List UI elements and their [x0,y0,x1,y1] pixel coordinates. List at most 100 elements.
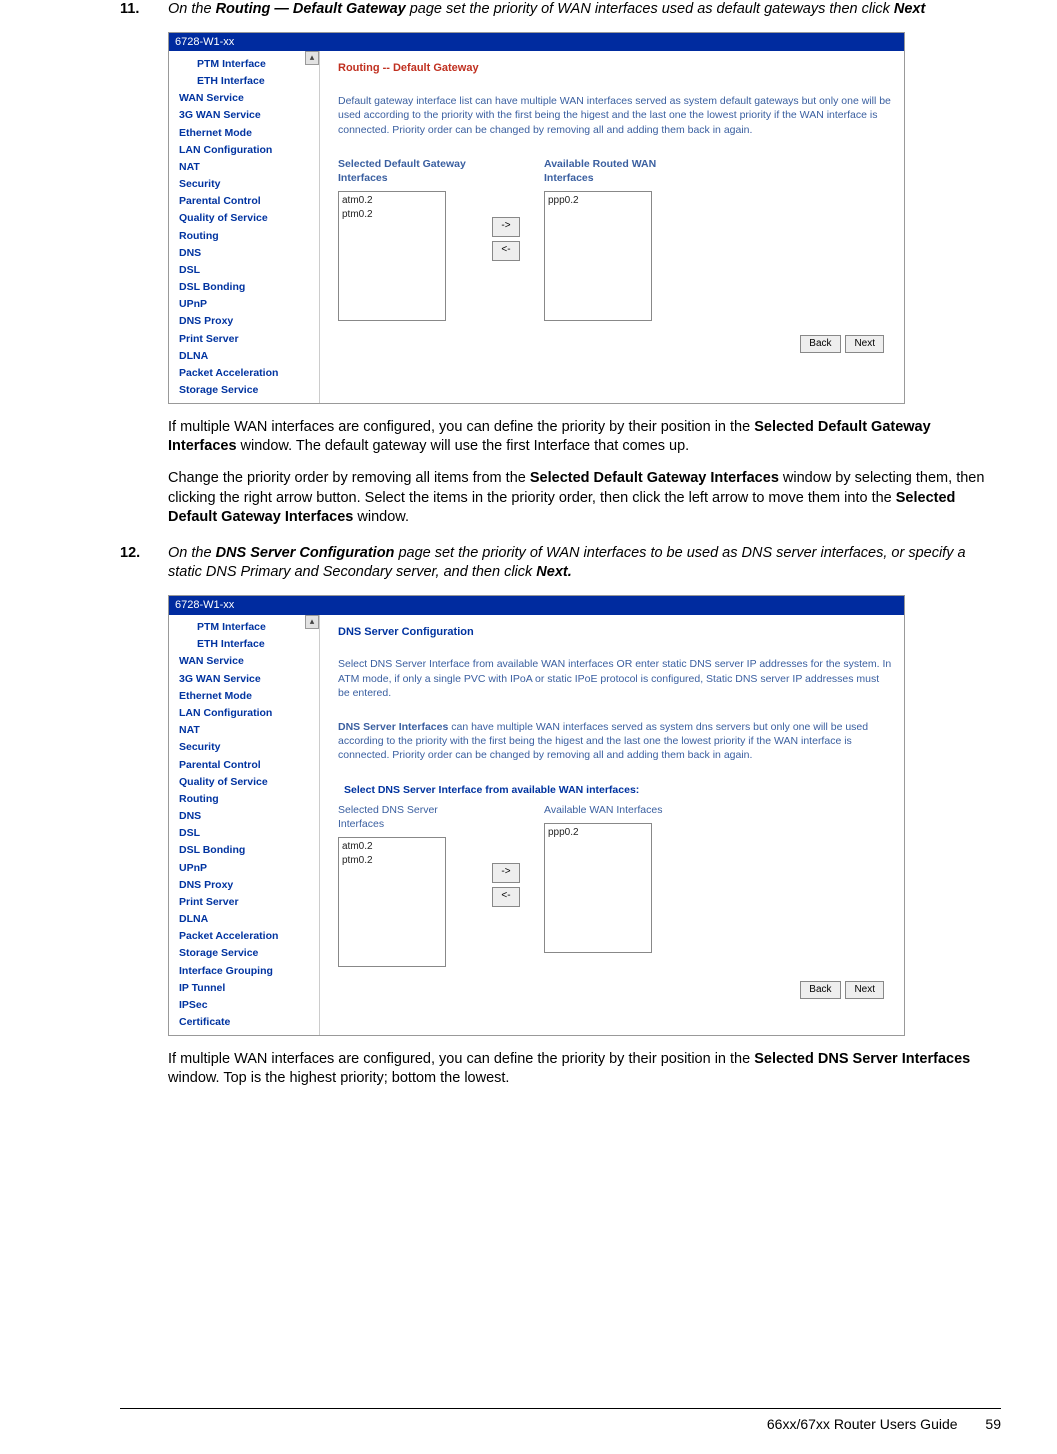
move-left-button[interactable]: <- [492,887,520,907]
list-item[interactable]: ppp0.2 [548,194,648,208]
sidebar-nav: ▴ PTM Interface ETH Interface WAN Servic… [169,51,320,402]
nav-item[interactable]: Print Server [169,330,319,347]
selected-gateway-listbox[interactable]: atm0.2 ptm0.2 [338,191,446,321]
radio-section-label[interactable]: Select DNS Server Interface from availab… [344,783,892,797]
nav-item[interactable]: PTM Interface [169,619,319,636]
paragraph: Change the priority order by removing al… [168,469,1001,528]
nav-item[interactable]: DSL [169,825,319,842]
move-left-button[interactable]: <- [492,241,520,261]
nav-item[interactable]: DNS [169,808,319,825]
nav-item[interactable]: UPnP [169,859,319,876]
t: window. Top is the highest priority; bot… [168,1070,509,1086]
nav-item[interactable]: Quality of Service [169,210,319,227]
nav-item[interactable]: PTM Interface [169,55,319,72]
nav-item[interactable]: Packet Acceleration [169,365,319,382]
t: page set the priority of WAN interfaces … [406,1,894,17]
nav-item[interactable]: Ethernet Mode [169,687,319,704]
nav-item[interactable]: Storage Service [169,382,319,399]
list-item[interactable]: ptm0.2 [342,208,442,222]
left-list-label: Selected Default Gateway Interfaces [338,157,468,185]
window-titlebar: 6728-W1-xx [169,33,904,52]
list-item[interactable]: ppp0.2 [548,826,648,840]
t: On the [168,545,216,561]
nav-item[interactable]: WAN Service [169,90,319,107]
t: Selected DNS Server Interfaces [754,1051,970,1067]
scroll-up-icon[interactable]: ▴ [305,615,319,629]
panel-description: Select DNS Server Interface from availab… [338,657,892,700]
nav-item[interactable]: Parental Control [169,193,319,210]
back-button[interactable]: Back [800,981,840,999]
available-wan-listbox[interactable]: ppp0.2 [544,191,652,321]
list-item[interactable]: ptm0.2 [342,854,442,868]
nav-item[interactable]: IP Tunnel [169,979,319,996]
nav-item[interactable]: Ethernet Mode [169,124,319,141]
nav-item[interactable]: 3G WAN Service [169,670,319,687]
t: Next. [536,564,571,580]
right-list-label: Available WAN Interfaces [544,803,674,817]
available-wan-listbox[interactable]: ppp0.2 [544,823,652,953]
nav-item[interactable]: DLNA [169,911,319,928]
step-11-text: On the Routing — Default Gateway page se… [168,0,1001,20]
nav-item[interactable]: WAN Service [169,653,319,670]
move-right-button[interactable]: -> [492,863,520,883]
nav-item[interactable]: Security [169,739,319,756]
scroll-up-icon[interactable]: ▴ [305,51,319,65]
step-12-text: On the DNS Server Configuration page set… [168,544,1001,583]
window-titlebar: 6728-W1-xx [169,596,904,615]
nav-item[interactable]: DSL Bonding [169,842,319,859]
panel-heading: Routing -- Default Gateway [338,61,892,76]
nav-item[interactable]: DLNA [169,347,319,364]
right-list-label: Available Routed WAN Interfaces [544,157,674,185]
nav-item[interactable]: Interface Grouping [169,962,319,979]
t: Routing — Default Gateway [216,1,406,17]
next-button[interactable]: Next [845,981,884,999]
t: Next [894,1,925,17]
nav-item[interactable]: Security [169,176,319,193]
t: window. [353,509,409,525]
t: If multiple WAN interfaces are configure… [168,419,754,435]
nav-item[interactable]: IPSec [169,996,319,1013]
t: Change the priority order by removing al… [168,470,530,486]
t: If multiple WAN interfaces are configure… [168,1051,754,1067]
nav-item[interactable]: Routing [169,227,319,244]
nav-item[interactable]: DSL Bonding [169,279,319,296]
nav-item[interactable]: DNS Proxy [169,313,319,330]
nav-item[interactable]: 3G WAN Service [169,107,319,124]
selected-dns-listbox[interactable]: atm0.2 ptm0.2 [338,837,446,967]
nav-item[interactable]: DNS Proxy [169,876,319,893]
paragraph: If multiple WAN interfaces are configure… [168,418,1001,457]
nav-item[interactable]: Print Server [169,893,319,910]
page-number: 59 [985,1416,1001,1432]
nav-item[interactable]: NAT [169,158,319,175]
left-list-label: Selected DNS Server Interfaces [338,803,468,831]
panel-heading: DNS Server Configuration [338,625,892,640]
nav-item[interactable]: Quality of Service [169,773,319,790]
panel-description: DNS Server Interfaces can have multiple … [338,720,892,763]
back-button[interactable]: Back [800,335,840,353]
step-number-12: 12. [120,544,168,583]
list-item[interactable]: atm0.2 [342,840,442,854]
nav-item[interactable]: Certificate [169,1014,319,1031]
list-item[interactable]: atm0.2 [342,194,442,208]
next-button[interactable]: Next [845,335,884,353]
move-right-button[interactable]: -> [492,217,520,237]
nav-item[interactable]: Storage Service [169,945,319,962]
screenshot-dns-server-config: 6728-W1-xx ▴ PTM Interface ETH Interface… [168,595,905,1036]
nav-item[interactable]: LAN Configuration [169,141,319,158]
nav-item[interactable]: DNS [169,244,319,261]
nav-item[interactable]: UPnP [169,296,319,313]
nav-item[interactable]: DSL [169,261,319,278]
step-number-11: 11. [120,0,168,20]
nav-item[interactable]: Parental Control [169,756,319,773]
t: window. The default gateway will use the… [237,438,690,454]
screenshot-routing-default-gateway: 6728-W1-xx ▴ PTM Interface ETH Interface… [168,32,905,404]
t: DNS Server Configuration [216,545,395,561]
nav-item[interactable]: NAT [169,722,319,739]
nav-item[interactable]: ETH Interface [169,636,319,653]
nav-item[interactable]: LAN Configuration [169,704,319,721]
nav-item[interactable]: Routing [169,790,319,807]
footer-title: 66xx/67xx Router Users Guide [767,1416,958,1432]
nav-item[interactable]: Packet Acceleration [169,928,319,945]
nav-item[interactable]: ETH Interface [169,73,319,90]
t: Selected Default Gateway Interfaces [530,470,779,486]
